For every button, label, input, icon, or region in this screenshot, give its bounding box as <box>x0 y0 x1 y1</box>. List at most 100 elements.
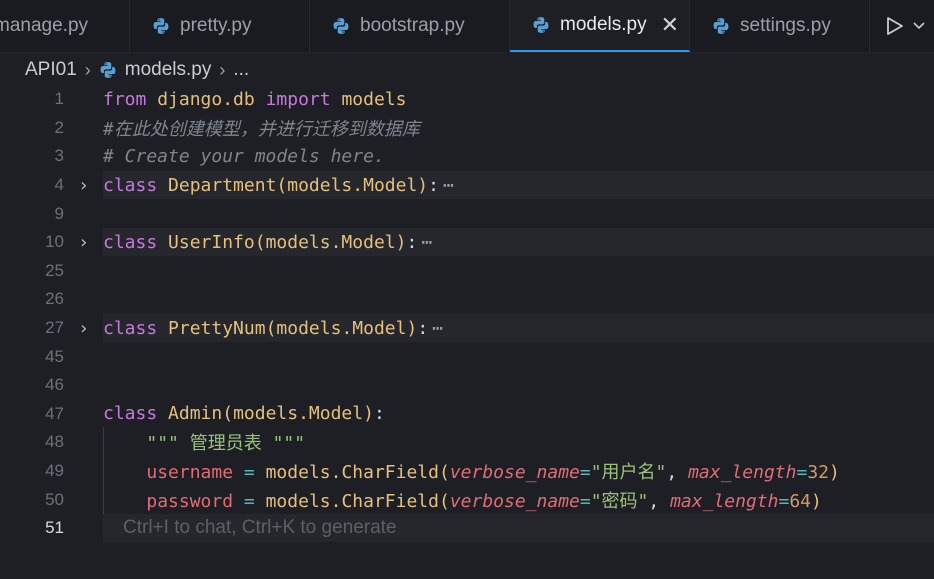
line-number: 2 <box>54 117 64 137</box>
code-text: class Admin(models.Model): <box>103 403 385 424</box>
code-line: 10 › class UserInfo(models.Model): ⋯ <box>0 228 934 257</box>
code-text: username = models.CharField(verbose_name… <box>103 458 840 484</box>
keyword: class <box>103 403 158 425</box>
paren: ( <box>254 231 266 253</box>
keyword: class <box>103 231 158 253</box>
breadcrumb-more[interactable]: ... <box>233 59 249 81</box>
base-class: models.Model <box>287 174 418 196</box>
python-file-icon <box>153 18 169 34</box>
paren: ) <box>417 174 429 196</box>
class-name: Admin <box>168 403 223 425</box>
breadcrumb-file[interactable]: models.py <box>125 59 212 81</box>
paren: ( <box>438 462 450 484</box>
docstring: 管理员表 <box>178 433 273 455</box>
comma: , <box>648 490 671 512</box>
param-name: max_length <box>688 462 797 484</box>
code-line: 2 #在此处创建模型，并进行迁移到数据库 <box>0 114 934 143</box>
python-file-icon <box>533 17 549 33</box>
tab-label: models.py <box>560 14 647 35</box>
variable: username <box>146 462 234 484</box>
code-text: from django.db import models <box>103 89 407 110</box>
operator: = <box>796 462 808 484</box>
folded-ellipsis[interactable]: ⋯ <box>443 175 454 196</box>
colon: : <box>428 174 439 196</box>
module-name: models <box>341 88 407 110</box>
code-text: class PrettyNum(models.Model): ⋯ <box>103 318 443 339</box>
line-number: 51 <box>45 518 64 538</box>
paren: ) <box>829 462 840 484</box>
keyword: class <box>103 174 158 196</box>
tab-bar: manage.py pretty.py bootstrap.py models.… <box>0 0 934 53</box>
keyword: from <box>103 88 147 110</box>
paren: ) <box>406 317 418 339</box>
colon: : <box>406 231 418 253</box>
line-number: 4 <box>54 175 64 195</box>
paren: ( <box>438 490 450 512</box>
line-number: 25 <box>45 260 64 280</box>
python-file-icon <box>713 18 729 34</box>
python-file-icon <box>333 18 349 34</box>
tab-label: settings.py <box>740 15 831 36</box>
tab-label: pretty.py <box>180 15 252 36</box>
param-name: verbose_name <box>449 490 580 512</box>
param-name: max_length <box>670 490 779 512</box>
paren: ) <box>363 403 374 425</box>
function-call: models.CharField <box>265 462 439 484</box>
code-line: 27 › class PrettyNum(models.Model): ⋯ <box>0 314 934 343</box>
operator: = <box>579 490 591 512</box>
comment: # Create your models here. <box>103 145 385 167</box>
line-number: 9 <box>54 203 64 223</box>
tab-label: manage.py <box>0 15 89 36</box>
code-text: password = models.CharField(verbose_name… <box>103 487 821 513</box>
paren: ( <box>265 317 277 339</box>
inline-ai-hint: Ctrl+I to chat, Ctrl+K to generate <box>123 517 397 539</box>
folded-ellipsis[interactable]: ⋯ <box>421 232 432 253</box>
tab-pretty[interactable]: pretty.py <box>130 0 310 52</box>
code-line: 47 class Admin(models.Model): <box>0 400 934 429</box>
code-line: 26 <box>0 285 934 314</box>
operator: = <box>579 462 591 484</box>
code-line: 49 username = models.CharField(verbose_n… <box>0 457 934 486</box>
chevron-down-icon[interactable] <box>912 21 926 31</box>
chevron-right-icon: › <box>84 59 91 80</box>
param-name: verbose_name <box>449 462 580 484</box>
folded-ellipsis[interactable]: ⋯ <box>432 318 443 339</box>
keyword: class <box>103 317 158 339</box>
chevron-right-icon[interactable]: › <box>64 318 103 339</box>
module-name: django.db <box>157 88 255 110</box>
function-call: models.CharField <box>265 490 439 512</box>
close-icon[interactable]: ✕ <box>661 12 679 38</box>
code-line: 9 <box>0 199 934 228</box>
number: 64 <box>789 490 811 512</box>
line-number: 45 <box>45 346 64 366</box>
chevron-right-icon: › <box>219 59 226 80</box>
base-class: models.Model <box>265 231 396 253</box>
tab-manage[interactable]: manage.py <box>0 0 130 52</box>
breadcrumb-folder[interactable]: API01 <box>25 59 77 81</box>
code-line: 4 › class Department(models.Model): ⋯ <box>0 171 934 200</box>
line-number: 49 <box>45 461 64 481</box>
chevron-right-icon[interactable]: › <box>64 175 103 196</box>
run-button[interactable] <box>886 0 926 52</box>
tab-models[interactable]: models.py ✕ <box>510 0 690 52</box>
code-line: 45 <box>0 342 934 371</box>
tab-bootstrap[interactable]: bootstrap.py <box>310 0 510 52</box>
keyword: import <box>265 88 331 110</box>
paren: ) <box>395 231 407 253</box>
python-file-icon <box>100 62 116 78</box>
line-number: 27 <box>45 318 64 338</box>
line-number: 10 <box>45 232 64 252</box>
base-class: models.Model <box>233 403 364 425</box>
operator: = <box>778 490 790 512</box>
chevron-right-icon[interactable]: › <box>64 232 103 253</box>
class-name: PrettyNum <box>168 317 266 339</box>
line-number: 47 <box>45 403 64 423</box>
tab-settings[interactable]: settings.py <box>690 0 870 52</box>
code-line: 1 from django.db import models <box>0 85 934 114</box>
docstring-quote: """ <box>272 433 306 455</box>
code-text: """ 管理员表 """ <box>103 429 305 455</box>
line-number: 1 <box>54 89 64 109</box>
string: "用户名" <box>590 462 667 484</box>
base-class: models.Model <box>276 317 407 339</box>
class-name: UserInfo <box>168 231 255 253</box>
